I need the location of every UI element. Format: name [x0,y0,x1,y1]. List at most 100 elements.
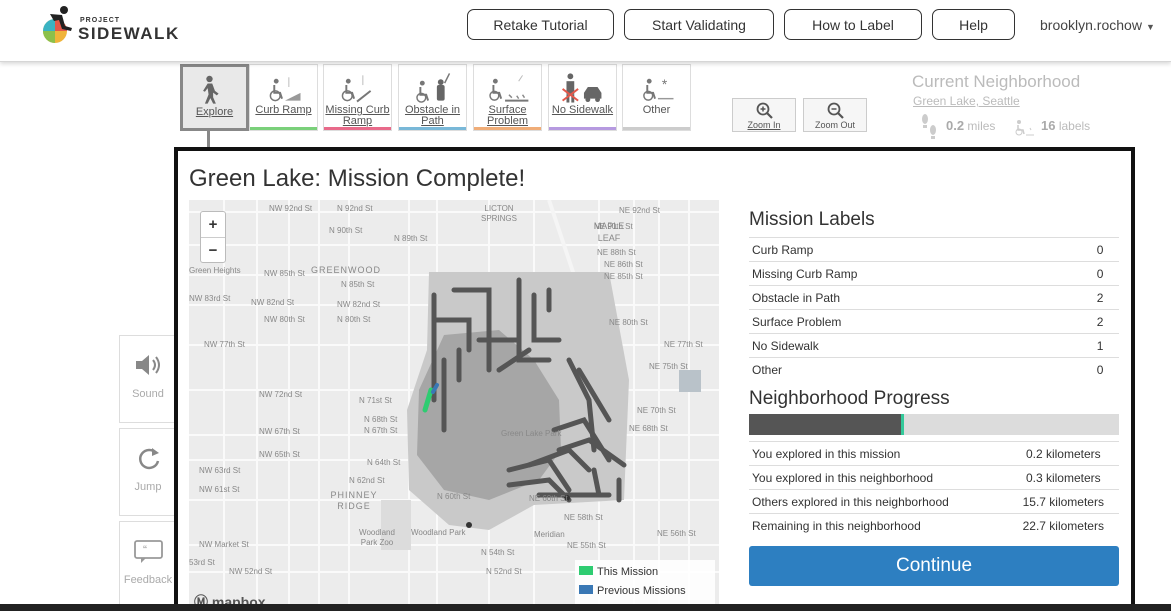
map-area-label: Meridian [534,530,565,539]
surface-problem-button[interactable]: Surface Problem [473,64,542,131]
label-count: 2 [1081,285,1119,310]
feedback-label: Feedback [123,574,173,586]
legend-swatch [579,566,593,575]
table-row: You explored in this mission 0.2 kilomete… [749,441,1119,466]
legend-label: Previous Missions [597,585,686,597]
map-street-label: NW 80th St [264,315,305,324]
label-count: 0 [1081,357,1119,382]
other-label-button[interactable]: * Other [622,64,691,131]
neighborhood-link[interactable]: Green Lake, Seattle [913,94,1020,108]
map-street-label: N 64th St [367,458,401,467]
other-color-bar [623,127,690,130]
map-street-label: NE 55th St [567,541,606,550]
map-street-label: N 54th St [481,548,515,557]
sound-button[interactable]: Sound [119,335,177,423]
label-count: 0 [1081,237,1119,262]
map-street-label: NW 92nd St [269,204,313,213]
map-street-label: NW 61st St [199,485,240,494]
table-row: Other 0 [749,357,1119,382]
help-button[interactable]: Help [932,9,1015,40]
labels-value: 16 [1041,118,1056,133]
label-type: Curb Ramp [749,237,1082,262]
progress-value: 0.2 kilometers [1007,441,1119,466]
map-area-label: PHINNEY RIDGE [330,490,378,511]
map-street-label: NE 92nd St [619,206,660,215]
map-street-label: NE 86th St [604,260,643,269]
map-street-label: N 62nd St [349,476,385,485]
map-area-label: Green Heights [189,266,241,275]
table-row: Remaining in this neighborhood 22.7 kilom… [749,513,1119,538]
map-park-label: Woodland Park [411,528,466,537]
map-street-label: NW 85th St [264,269,305,278]
no-sidewalk-icon [562,73,602,103]
missing-curb-ramp-icon [341,75,372,103]
neighborhood-progress-title: Neighborhood Progress [749,388,950,409]
map-street-label: NW 72nd St [259,390,303,399]
curb-ramp-label: Curb Ramp [255,104,312,116]
label-type: Missing Curb Ramp [749,261,1082,286]
retake-tutorial-button[interactable]: Retake Tutorial [467,9,614,40]
chevron-down-icon: ▼ [1145,22,1155,32]
map-street-label: NE 77th St [664,340,703,349]
zoom-in-icon [756,102,773,119]
map-street-label: NW 63rd St [199,466,241,475]
top-navbar: PROJECT SIDEWALK Retake Tutorial Start V… [0,0,1171,62]
missing-curb-ramp-label: Missing Curb Ramp [325,104,390,127]
user-menu[interactable]: brooklyn.rochow ▼ [1040,17,1155,33]
map-street-label: N 68th St [364,415,398,424]
continue-button[interactable]: Continue [749,546,1119,586]
username: brooklyn.rochow [1040,17,1142,33]
missing-curb-ramp-color-bar [324,127,391,130]
project-sidewalk-logo[interactable]: PROJECT SIDEWALK [38,4,198,48]
other-icon: * [643,77,674,101]
footprints-icon [922,114,936,139]
table-row: You explored in this neighborhood 0.3 kil… [749,465,1119,490]
map-street-label: N 71st St [359,396,392,405]
progress-value: 22.7 kilometers [1007,513,1119,538]
distance-unit: miles [967,119,996,133]
refresh-icon [138,448,160,470]
missing-curb-ramp-button[interactable]: Missing Curb Ramp [323,64,392,131]
neighborhood-progress-bar [749,414,1119,435]
zoom-out-icon [827,102,844,119]
table-row: Others explored in this neighborhood 15.7… [749,489,1119,514]
obstacle-in-path-button[interactable]: Obstacle in Path [398,64,467,131]
map-zoom-control: + − [200,211,226,263]
label-count: 2 [1081,309,1119,334]
map-street-label: NW Market St [199,540,249,549]
logo-icon [43,6,72,43]
how-to-label-button[interactable]: How to Label [784,9,922,40]
map-street-label: NW 65th St [259,450,300,459]
map-zoom-in-button[interactable]: + [201,212,225,238]
zoom-out-button[interactable]: Zoom Out [803,98,867,132]
curb-ramp-button[interactable]: Curb Ramp [249,64,318,131]
label-type: No Sidewalk [749,333,1082,358]
feedback-button[interactable]: “ Feedback [119,521,177,609]
explore-mode-button[interactable]: Explore [180,64,249,131]
no-sidewalk-color-bar [549,127,616,130]
neighborhood-progress-table: You explored in this mission 0.2 kilomete… [749,441,1119,538]
jump-button[interactable]: Jump [119,428,177,516]
no-sidewalk-button[interactable]: No Sidewalk [548,64,617,131]
progress-metric: Remaining in this neighborhood [749,513,1008,538]
sound-label: Sound [132,388,164,400]
svg-text:“: “ [143,543,147,557]
map-street-label: N 92nd St [337,204,373,213]
map-zoom-out-button[interactable]: − [201,238,225,264]
map-street-label: NE 70th St [637,406,676,415]
distance-stat: 0.2 miles [946,118,995,133]
pedestrian-icon [203,75,219,104]
label-type: Obstacle in Path [749,285,1082,310]
map-legend: This Mission Previous Missions [575,560,715,610]
logo-sidewalk-text: SIDEWALK [78,24,180,43]
label-type: Surface Problem [749,309,1082,334]
mission-map[interactable]: NW 92nd St N 92nd St LICTON SPRINGS NE 9… [189,200,719,610]
obstacle-icon [416,73,451,103]
legend-item-previous-missions: Previous Missions [579,585,715,604]
distance-value: 0.2 [946,118,965,133]
map-street-label: NW 52nd St [229,567,273,576]
other-label: Other [642,104,671,116]
zoom-in-button[interactable]: Zoom In [732,98,796,132]
start-validating-button[interactable]: Start Validating [624,9,774,40]
map-street-label: NW 82nd St [337,300,381,309]
